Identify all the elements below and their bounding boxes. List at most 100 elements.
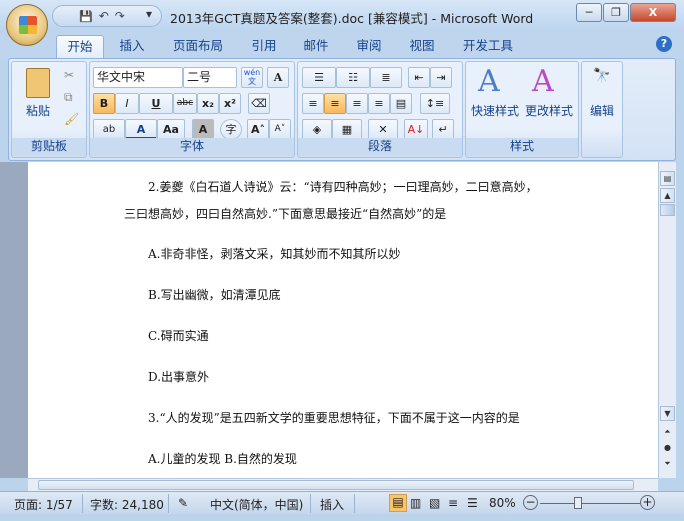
sort-button[interactable]: A↓ — [404, 119, 428, 140]
paste-button[interactable]: 粘贴 — [18, 102, 58, 119]
change-styles-button[interactable]: 更改样式 — [522, 102, 576, 119]
styles-group: A A 快速样式 更改样式 样式 — [465, 61, 579, 158]
editing-group[interactable]: 🔭 编辑 — [581, 61, 623, 158]
scroll-thumb[interactable] — [660, 204, 675, 216]
scroll-down-button[interactable]: ▼ — [660, 406, 675, 421]
close-button[interactable]: X — [630, 3, 676, 22]
eraser-icon: ⌫ — [251, 97, 267, 110]
restore-button[interactable]: ❐ — [603, 3, 629, 22]
minimize-button[interactable]: ─ — [576, 3, 602, 22]
format-painter-icon[interactable]: 🖌 — [64, 112, 79, 126]
status-bar: 页面: 1/57 字数: 24,180 ✎ 中文(简体，中国) 插入 ▤ ▥ ▧… — [0, 491, 684, 514]
zoom-slider-thumb[interactable] — [574, 497, 582, 509]
paste-icon[interactable] — [26, 68, 50, 98]
language-status[interactable]: 中文(简体，中国) — [210, 496, 303, 513]
editing-button[interactable]: 编辑 — [582, 102, 622, 119]
enclose-characters-button[interactable]: 字 — [220, 119, 242, 140]
doc-line: B.写出幽微，如清潭见底 — [148, 288, 281, 302]
zoom-in-button[interactable]: + — [640, 495, 655, 510]
align-left-button[interactable]: ≡ — [302, 93, 324, 114]
align-center-button[interactable]: ≡ — [324, 93, 346, 114]
asian-layout-button[interactable]: ✕ — [368, 119, 398, 140]
tab-home[interactable]: 开始 — [56, 35, 104, 58]
italic-button[interactable]: I — [115, 93, 139, 114]
tab-review[interactable]: 审阅 — [349, 35, 389, 58]
quick-styles-icon[interactable]: A — [478, 64, 500, 99]
zoom-slider[interactable] — [540, 503, 640, 504]
tab-page-layout[interactable]: 页面布局 — [166, 35, 230, 58]
outline-view-icon[interactable]: ≡ — [448, 496, 458, 510]
full-screen-reading-icon[interactable]: ▥ — [410, 496, 421, 510]
show-marks-button[interactable]: ↵ — [432, 119, 454, 140]
previous-page-icon[interactable]: ⏶ — [660, 425, 675, 440]
zoom-out-button[interactable]: − — [523, 495, 538, 510]
proofing-icon[interactable]: ✎ — [178, 496, 188, 510]
increase-indent-button[interactable]: ⇥ — [430, 67, 452, 88]
tab-references[interactable]: 引用 — [244, 35, 284, 58]
doc-line: A.儿童的发现 B.自然的发现 — [148, 452, 297, 466]
tab-mailings[interactable]: 邮件 — [296, 35, 336, 58]
help-icon[interactable]: ? — [656, 36, 672, 52]
tab-developer[interactable]: 开发工具 — [456, 35, 520, 58]
styles-label: 样式 — [466, 138, 578, 156]
scroll-up-button[interactable]: ▲ — [660, 188, 675, 203]
office-logo-icon — [19, 16, 37, 34]
subscript-button[interactable]: x₂ — [197, 93, 219, 114]
redo-icon[interactable]: ↷ — [115, 9, 125, 23]
web-layout-icon[interactable]: ▧ — [429, 496, 440, 510]
bullets-button[interactable]: ☰ — [302, 67, 336, 88]
phonetic-guide-button[interactable]: wén 文 — [241, 67, 263, 88]
page-count[interactable]: 页面: 1/57 — [14, 496, 73, 513]
vertical-scrollbar[interactable]: ▤ ▲ ▼ ⏶ ● ⏷ — [658, 162, 676, 478]
font-color-button[interactable]: A — [125, 119, 157, 140]
font-name-select[interactable]: 华文中宋 — [93, 67, 183, 88]
character-border-button[interactable]: A — [267, 67, 289, 88]
save-icon[interactable]: 💾 — [79, 10, 93, 23]
font-size-select[interactable]: 二号 — [183, 67, 237, 88]
word-count[interactable]: 字数: 24,180 — [90, 496, 164, 513]
copy-icon[interactable]: ⧉ — [64, 90, 73, 105]
doc-line: 3.“人的发现”是五四新文学的重要思想特征，下面不属于这一内容的是 — [148, 411, 520, 425]
shrink-font-button[interactable]: A˅ — [269, 119, 291, 140]
office-button[interactable] — [6, 4, 48, 46]
highlight-button[interactable]: ab — [93, 119, 125, 140]
ruler-toggle-icon[interactable]: ▤ — [660, 171, 675, 186]
clipboard-group: 粘贴 ✂ ⧉ 🖌 剪贴板 — [11, 61, 87, 158]
zoom-level[interactable]: 80% — [489, 496, 516, 510]
distributed-button[interactable]: ▤ — [390, 93, 412, 114]
cut-icon[interactable]: ✂ — [64, 68, 74, 82]
superscript-button[interactable]: x² — [219, 93, 241, 114]
doc-line: A.非奇非怪，剥落文采，知其妙而不知其所以妙 — [148, 247, 401, 261]
tab-view[interactable]: 视图 — [402, 35, 442, 58]
underline-button[interactable]: U — [139, 93, 173, 114]
clear-formatting-button[interactable]: ⌫ — [248, 93, 270, 114]
horizontal-scrollbar[interactable] — [28, 478, 658, 491]
hscroll-thumb[interactable] — [38, 480, 634, 490]
next-page-icon[interactable]: ⏷ — [660, 457, 675, 472]
shading-button[interactable]: ◈ — [302, 119, 332, 140]
bold-button[interactable]: B — [93, 93, 115, 114]
change-case-button[interactable]: Aa — [157, 119, 185, 140]
doc-line: 三曰想高妙，四曰自然高妙.”下面意思最接近“自然高妙”的是 — [124, 207, 447, 221]
undo-icon[interactable]: ↶ — [99, 9, 109, 23]
browse-object-icon[interactable]: ● — [660, 441, 675, 456]
align-right-button[interactable]: ≡ — [346, 93, 368, 114]
justify-button[interactable]: ≡ — [368, 93, 390, 114]
document-page[interactable]: 2.姜夔《白石道人诗说》云：“诗有四种高妙；一曰理高妙，二曰意高妙， 三曰想高妙… — [28, 162, 658, 478]
change-styles-icon[interactable]: A — [532, 64, 554, 99]
quick-styles-button[interactable]: 快速样式 — [468, 102, 522, 119]
ribbon-tabs: 开始 插入 页面布局 引用 邮件 审阅 视图 开发工具 ? — [0, 32, 684, 58]
line-spacing-button[interactable]: ↕≡ — [420, 93, 450, 114]
numbering-button[interactable]: ☷ — [336, 67, 370, 88]
multilevel-list-button[interactable]: ≣ — [370, 67, 402, 88]
customize-qat-icon[interactable]: ▾ — [146, 7, 152, 21]
character-shading-button[interactable]: A — [192, 119, 214, 140]
grow-font-button[interactable]: A˄ — [247, 119, 269, 140]
tab-insert[interactable]: 插入 — [110, 35, 154, 58]
draft-view-icon[interactable]: ☰ — [467, 496, 478, 510]
strikethrough-button[interactable]: abc — [173, 93, 197, 114]
insert-mode[interactable]: 插入 — [320, 496, 344, 513]
print-layout-view-icon[interactable]: ▤ — [389, 494, 407, 512]
decrease-indent-button[interactable]: ⇤ — [408, 67, 430, 88]
borders-button[interactable]: ▦ — [332, 119, 362, 140]
